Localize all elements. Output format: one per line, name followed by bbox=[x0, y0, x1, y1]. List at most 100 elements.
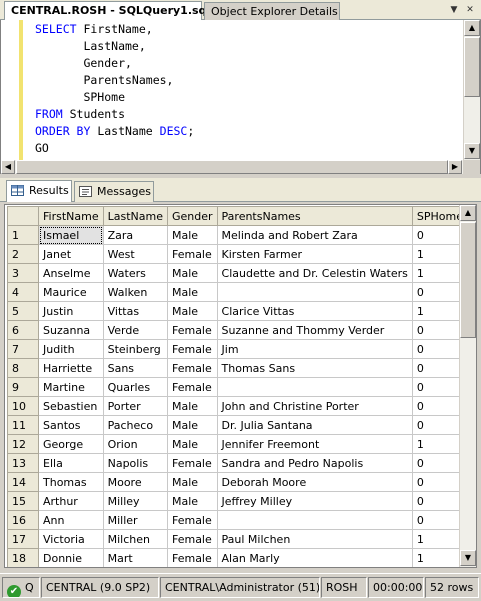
cell-gender[interactable]: Male bbox=[166, 263, 218, 283]
scroll-left-icon[interactable]: ◀ bbox=[1, 160, 15, 174]
row-number[interactable]: 6 bbox=[7, 320, 39, 340]
cell-parentsnames[interactable]: Paul Milchen bbox=[216, 529, 413, 549]
cell-firstname[interactable]: Ann bbox=[38, 510, 104, 530]
cell-parentsnames[interactable]: Kirsten Farmer bbox=[216, 244, 413, 264]
table-row[interactable]: 15 Arthur Milley Male Jeffrey Milley 0 bbox=[7, 491, 469, 511]
cell-firstname[interactable]: Victoria bbox=[38, 529, 104, 549]
tab-sqlquery1[interactable]: CENTRAL.ROSH - SQLQuery1.sql* bbox=[4, 1, 216, 20]
cell-gender[interactable]: Male bbox=[166, 491, 218, 511]
cell-parentsnames[interactable]: Deborah Moore bbox=[216, 472, 413, 492]
cell-firstname[interactable]: Santos bbox=[38, 415, 104, 435]
scroll-right-icon[interactable]: ▶ bbox=[448, 160, 462, 174]
cell-firstname[interactable]: Thomas bbox=[38, 472, 104, 492]
cell-parentsnames[interactable]: Jennifer Freemont bbox=[216, 434, 413, 454]
row-number[interactable]: 7 bbox=[7, 339, 39, 359]
row-number[interactable]: 4 bbox=[7, 282, 39, 302]
table-row[interactable]: 4 Maurice Walken Male 0 bbox=[7, 282, 469, 302]
table-row[interactable]: 14 Thomas Moore Male Deborah Moore 0 bbox=[7, 472, 469, 492]
row-number[interactable]: 15 bbox=[7, 491, 39, 511]
cell-lastname[interactable]: Quarles bbox=[102, 377, 168, 397]
cell-gender[interactable]: Female bbox=[166, 529, 218, 549]
cell-lastname[interactable]: Vittas bbox=[102, 301, 168, 321]
cell-parentsnames[interactable]: John and Christine Porter bbox=[216, 396, 413, 416]
column-header-parentsnames[interactable]: ParentsNames bbox=[216, 206, 413, 226]
cell-firstname[interactable]: Ella bbox=[38, 453, 104, 473]
editor-horizontal-scrollbar[interactable]: ◀ ▶ bbox=[1, 160, 463, 174]
row-number[interactable]: 10 bbox=[7, 396, 39, 416]
cell-lastname[interactable]: Waters bbox=[102, 263, 168, 283]
scroll-thumb[interactable] bbox=[460, 222, 476, 338]
table-row[interactable]: 7 Judith Steinberg Female Jim 0 bbox=[7, 339, 469, 359]
tab-results[interactable]: Results bbox=[6, 180, 72, 202]
table-row[interactable]: 2 Janet West Female Kirsten Farmer 1 bbox=[7, 244, 469, 264]
cell-parentsnames[interactable]: Clarice Vittas bbox=[216, 301, 413, 321]
cell-gender[interactable]: Female bbox=[166, 320, 218, 340]
cell-lastname[interactable]: Milley bbox=[102, 491, 168, 511]
cell-gender[interactable]: Female bbox=[166, 453, 218, 473]
cell-gender[interactable]: Female bbox=[166, 244, 218, 264]
cell-lastname[interactable]: West bbox=[102, 244, 168, 264]
row-number[interactable]: 12 bbox=[7, 434, 39, 454]
cell-gender[interactable]: Male bbox=[166, 282, 218, 302]
cell-parentsnames[interactable]: Claudette and Dr. Celestin Waters bbox=[216, 263, 413, 283]
cell-parentsnames[interactable]: Jeffrey Milley bbox=[216, 491, 413, 511]
scroll-thumb[interactable] bbox=[464, 37, 480, 97]
cell-parentsnames[interactable]: Jim bbox=[216, 339, 413, 359]
cell-lastname[interactable]: Sans bbox=[102, 358, 168, 378]
sql-code[interactable]: SELECT FirstName, LastName, Gender, Pare… bbox=[35, 21, 194, 157]
row-number[interactable]: 2 bbox=[7, 244, 39, 264]
row-number[interactable]: 13 bbox=[7, 453, 39, 473]
table-row[interactable]: 16 Ann Miller Female 0 bbox=[7, 510, 469, 530]
cell-firstname[interactable]: Judith bbox=[38, 339, 104, 359]
row-number[interactable]: 5 bbox=[7, 301, 39, 321]
table-row[interactable]: 6 Suzanna Verde Female Suzanne and Thommy Ve… bbox=[7, 320, 469, 340]
results-grid[interactable]: FirstName LastName Gender ParentsNames S… bbox=[4, 204, 477, 568]
cell-lastname[interactable]: Moore bbox=[102, 472, 168, 492]
table-row[interactable]: 13 Ella Napolis Female Sandra and Pedro Napo… bbox=[7, 453, 469, 473]
cell-firstname[interactable]: Janet bbox=[38, 244, 104, 264]
row-number[interactable]: 18 bbox=[7, 548, 39, 567]
cell-lastname[interactable]: Zara bbox=[102, 225, 168, 245]
cell-lastname[interactable]: Porter bbox=[102, 396, 168, 416]
tab-dropdown-icon[interactable]: ▼ bbox=[448, 4, 460, 16]
cell-parentsnames[interactable] bbox=[216, 282, 413, 302]
cell-gender[interactable]: Female bbox=[166, 377, 218, 397]
cell-parentsnames[interactable]: Melinda and Robert Zara bbox=[216, 225, 413, 245]
cell-gender[interactable]: Male bbox=[166, 225, 218, 245]
cell-firstname[interactable]: Justin bbox=[38, 301, 104, 321]
table-row[interactable]: 18 Donnie Mart Female Alan Marly 1 bbox=[7, 548, 469, 567]
cell-firstname[interactable]: Donnie bbox=[38, 548, 104, 567]
scroll-up-icon[interactable]: ▲ bbox=[464, 20, 480, 36]
column-header-firstname[interactable]: FirstName bbox=[38, 206, 104, 226]
scroll-thumb[interactable] bbox=[16, 160, 448, 174]
cell-lastname[interactable]: Orion bbox=[102, 434, 168, 454]
cell-parentsnames[interactable]: Sandra and Pedro Napolis bbox=[216, 453, 413, 473]
cell-lastname[interactable]: Pacheco bbox=[102, 415, 168, 435]
tab-messages[interactable]: Messages bbox=[74, 181, 154, 202]
row-number[interactable]: 9 bbox=[7, 377, 39, 397]
cell-lastname[interactable]: Walken bbox=[102, 282, 168, 302]
cell-lastname[interactable]: Miller bbox=[102, 510, 168, 530]
cell-gender[interactable]: Female bbox=[166, 339, 218, 359]
row-number[interactable]: 11 bbox=[7, 415, 39, 435]
cell-gender[interactable]: Male bbox=[166, 472, 218, 492]
cell-firstname[interactable]: Harriette bbox=[38, 358, 104, 378]
table-row[interactable]: 5 Justin Vittas Male Clarice Vittas 1 bbox=[7, 301, 469, 321]
cell-firstname[interactable]: Ismael bbox=[38, 225, 104, 245]
scroll-up-icon[interactable]: ▲ bbox=[460, 205, 476, 221]
cell-parentsnames[interactable]: Thomas Sans bbox=[216, 358, 413, 378]
row-number[interactable]: 16 bbox=[7, 510, 39, 530]
close-icon[interactable]: ✕ bbox=[464, 4, 476, 16]
table-row[interactable]: 11 Santos Pacheco Male Dr. Julia Santana 0 bbox=[7, 415, 469, 435]
cell-gender[interactable]: Male bbox=[166, 396, 218, 416]
cell-gender[interactable]: Male bbox=[166, 434, 218, 454]
cell-lastname[interactable]: Mart bbox=[102, 548, 168, 567]
editor-vertical-scrollbar[interactable]: ▲ ▼ bbox=[463, 20, 480, 160]
cell-firstname[interactable]: Sebastien bbox=[38, 396, 104, 416]
cell-firstname[interactable]: Arthur bbox=[38, 491, 104, 511]
query-editor[interactable]: SELECT FirstName, LastName, Gender, Pare… bbox=[0, 20, 481, 174]
cell-lastname[interactable]: Verde bbox=[102, 320, 168, 340]
cell-parentsnames[interactable] bbox=[216, 510, 413, 530]
table-row[interactable]: 17 Victoria Milchen Female Paul Milchen 1 bbox=[7, 529, 469, 549]
cell-lastname[interactable]: Napolis bbox=[102, 453, 168, 473]
